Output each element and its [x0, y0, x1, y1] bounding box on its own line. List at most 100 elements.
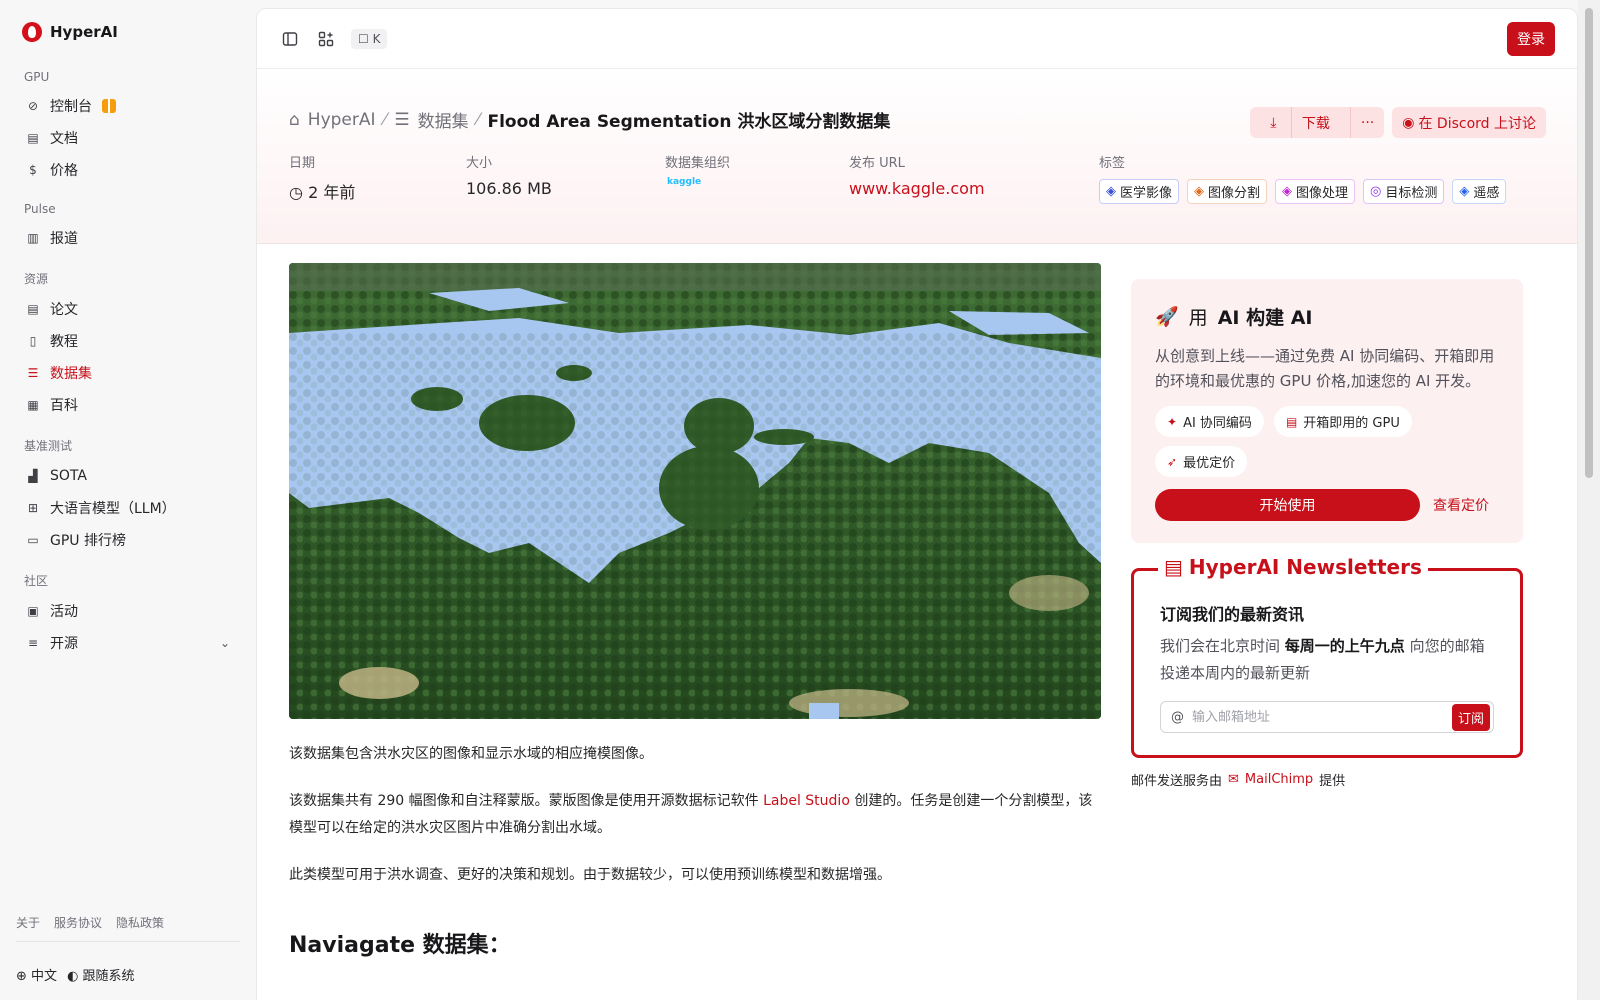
- sidebar-item-llm[interactable]: ⊞ 大语言模型（LLM）: [16, 492, 240, 524]
- meta-label: 数据集组织: [665, 156, 731, 171]
- sidebar-toggle-icon[interactable]: [279, 28, 301, 50]
- breadcrumb-home[interactable]: HyperAI: [308, 110, 376, 130]
- sparkle-icon: ✦: [1167, 414, 1178, 429]
- book-icon: ▯: [29, 334, 37, 348]
- feature-gpu: ▤ 开箱即用的 GPU: [1273, 406, 1412, 437]
- sidebar-item-events[interactable]: ▣ 活动: [16, 595, 240, 627]
- sidebar-item-console[interactable]: ⊘ 控制台: [16, 90, 240, 122]
- sidebar-item-papers[interactable]: ▤ 论文: [16, 293, 240, 325]
- rocket-icon: ➶: [1167, 454, 1178, 469]
- brand[interactable]: HyperAI: [16, 18, 240, 46]
- mail-provider-line: 邮件发送服务由 ✉ MailChimp 提供: [1131, 770, 1523, 789]
- start-button[interactable]: 开始使用: [1155, 489, 1420, 521]
- tag-image-processing[interactable]: ◈ 图像处理: [1275, 179, 1356, 204]
- description-paragraph-2: 该数据集共有 290 幅图像和自注释蒙版。蒙版图像是使用开源数据标记软件 Lab…: [289, 788, 1101, 842]
- language-switch[interactable]: ⊕ 中文: [16, 965, 57, 984]
- sidebar-item-gpu-leaderboard[interactable]: ▭ GPU 排行榜: [16, 524, 240, 556]
- terms-link[interactable]: 服务协议: [54, 914, 102, 931]
- document-icon: ▤: [27, 131, 39, 145]
- theme-switch[interactable]: ◐ 跟随系统: [67, 965, 135, 984]
- dataset-content: 该数据集包含洪水灾区的图像和显示水域的相应掩模图像。 该数据集共有 290 幅图…: [289, 263, 1101, 959]
- more-button[interactable]: ···: [1349, 107, 1385, 138]
- sidebar-item-label: SOTA: [50, 468, 87, 484]
- main-panel: ☐ K 登录 ⌂ HyperAI ⁄ ☰ 数据集 ⁄ Flood Area Se…: [256, 8, 1578, 1000]
- scrollbar-thumb[interactable]: [1585, 8, 1593, 478]
- sidebar-item-label: 文档: [50, 131, 78, 147]
- title-bold: AI 构建 AI: [1217, 307, 1313, 329]
- sidebar-footer-links: 关于 服务协议 隐私政策: [16, 914, 240, 942]
- subscribe-button[interactable]: 订阅: [1451, 703, 1490, 731]
- theme-label: 跟随系统: [82, 969, 135, 984]
- meta-label: 大小: [466, 156, 493, 171]
- nav-section-pulse: Pulse: [24, 202, 56, 216]
- text-span: 该数据集共有 290 幅图像和自注释蒙版。蒙版图像是使用开源数据标记软件: [289, 793, 764, 809]
- tag-list: ◈ 医学影像 ◈ 图像分割 ◈ 图像处理 ◎ 目标检测 ◈ 遥感: [1099, 179, 1507, 204]
- paper-icon: ▤: [27, 302, 39, 316]
- description-paragraph-3: 此类模型可用于洪水调查、更好的决策和规划。由于数据较少，可以使用预训练模型和数据…: [289, 867, 891, 883]
- discord-button[interactable]: ◉ 在 Discord 上讨论: [1392, 107, 1546, 138]
- login-button[interactable]: 登录: [1507, 21, 1555, 56]
- label-studio-link[interactable]: Label Studio: [763, 793, 850, 809]
- download-button[interactable]: ⤓ 下载: [1250, 107, 1350, 138]
- tag-label: 医学影像: [1120, 186, 1173, 201]
- gift-icon: [102, 99, 116, 113]
- sidebar-item-datasets[interactable]: ☰ 数据集: [16, 357, 240, 389]
- size-value: 106.86 MB: [466, 179, 552, 198]
- newspaper-icon: ▥: [27, 231, 39, 245]
- search-shortcut[interactable]: ☐ K: [351, 28, 388, 49]
- text-span: 我们会在北京时间: [1160, 637, 1285, 655]
- page-title: Flood Area Segmentation 洪水区域分割数据集: [487, 112, 891, 132]
- source-url-link[interactable]: www.kaggle.com: [849, 179, 1099, 198]
- meta-date: 日期 ◷ 2 年前: [289, 152, 466, 204]
- org-logo[interactable]: kaggle: [665, 177, 849, 187]
- topbar: ☐ K 登录: [257, 9, 1577, 69]
- meta-size: 大小 106.86 MB: [466, 152, 665, 204]
- tag-icon: ◎: [1370, 184, 1382, 199]
- section-heading: Naviagate 数据集：: [289, 933, 511, 958]
- page-scrollbar[interactable]: [1578, 0, 1600, 1000]
- text-bold: 每周一的上午九点: [1284, 637, 1405, 655]
- about-link[interactable]: 关于: [16, 914, 40, 931]
- ai-card-description: 从创意到上线——通过免费 AI 协同编码、开箱即用的环境和最优惠的 GPU 价格…: [1155, 347, 1495, 390]
- sidebar-item-docs[interactable]: ▤ 文档: [16, 122, 240, 154]
- feature-best-price: ➶ 最优定价: [1155, 446, 1248, 477]
- sidebar: HyperAI GPU ⊘ 控制台 ▤ 文档 $ 价格 Pulse ▥ 报道 资…: [0, 0, 256, 1000]
- view-pricing-link[interactable]: 查看定价: [1433, 495, 1489, 515]
- newsletter-box: ▤ HyperAI Newsletters 订阅我们的最新资讯 我们会在北京时间…: [1131, 555, 1523, 758]
- dataset-meta: 日期 ◷ 2 年前 大小 106.86 MB 数据集组织 kaggle 发布 U…: [289, 152, 1545, 204]
- sidebar-item-sota[interactable]: ▟ SOTA: [16, 460, 240, 492]
- at-icon: @: [1171, 709, 1184, 725]
- home-icon: ⌂: [289, 109, 300, 130]
- feature-list: ✦ AI 协同编码 ▤ 开箱即用的 GPU ➶ 最优定价: [1155, 406, 1499, 477]
- sidebar-item-reports[interactable]: ▥ 报道: [16, 222, 240, 254]
- feature-ai-coding: ✦ AI 协同编码: [1155, 406, 1264, 437]
- tag-icon: ◈: [1459, 184, 1470, 199]
- tag-object-detection[interactable]: ◎ 目标检测: [1363, 179, 1445, 204]
- sidebar-item-label: 百科: [50, 398, 78, 414]
- tag-label: 图像分割: [1208, 186, 1261, 201]
- sidebar-item-label: 大语言模型（LLM）: [50, 501, 176, 517]
- breadcrumb-datasets[interactable]: 数据集: [418, 107, 469, 132]
- download-label: 下载: [1290, 107, 1340, 138]
- sidebar-item-tutorials[interactable]: ▯ 教程: [16, 325, 240, 357]
- privacy-link[interactable]: 隐私政策: [116, 914, 164, 931]
- ai-card-actions: 开始使用 查看定价: [1155, 489, 1499, 521]
- theme-icon: ◐: [67, 969, 79, 984]
- description-paragraph-1: 该数据集包含洪水灾区的图像和显示水域的相应掩模图像。: [289, 746, 653, 762]
- sidebar-item-wiki[interactable]: ▦ 百科: [16, 389, 240, 421]
- tag-remote-sensing[interactable]: ◈ 遥感: [1452, 179, 1507, 204]
- download-icon: ⤓: [1260, 107, 1287, 138]
- flood-image: [289, 263, 1101, 719]
- chip-icon: ⊞: [27, 501, 39, 515]
- mailchimp-link[interactable]: MailChimp: [1245, 772, 1313, 787]
- meta-value: ◷ 2 年前: [289, 179, 466, 203]
- tag-medical-imaging[interactable]: ◈ 医学影像: [1099, 179, 1180, 204]
- tag-image-segmentation[interactable]: ◈ 图像分割: [1187, 179, 1268, 204]
- tag-label: 目标检测: [1385, 186, 1438, 201]
- sidebar-item-open-source[interactable]: ≡ 开源 ⌄: [16, 627, 240, 659]
- email-input[interactable]: [1192, 709, 1452, 725]
- sidebar-item-pricing[interactable]: $ 价格: [16, 154, 240, 186]
- discord-label: 在 Discord 上讨论: [1418, 115, 1536, 132]
- apps-grid-icon[interactable]: [315, 28, 337, 50]
- ai-promo-card: 🚀 用 AI 构建 AI 从创意到上线——通过免费 AI 协同编码、开箱即用的环境…: [1131, 279, 1523, 543]
